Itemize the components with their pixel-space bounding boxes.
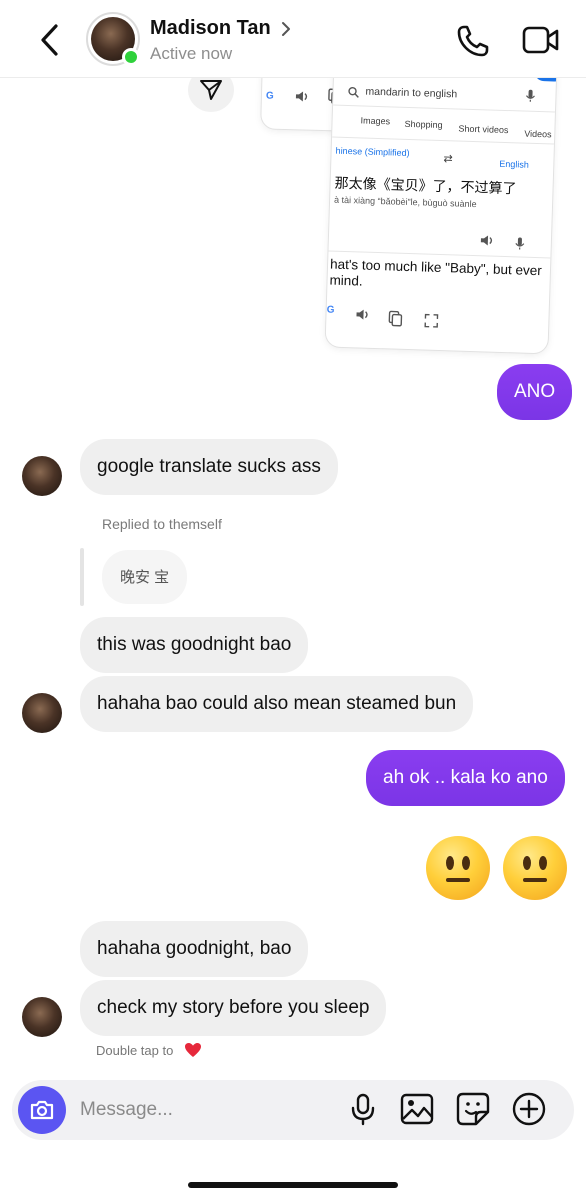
gallery-icon[interactable]	[400, 1092, 434, 1126]
speaker-icon	[480, 235, 493, 246]
message-bubble-incoming[interactable]: hahaha bao could also mean steamed bun	[80, 676, 474, 732]
neutral-face-emoji[interactable]	[503, 836, 567, 900]
tab-short-videos: Short videos	[458, 123, 509, 136]
mic-icon	[515, 237, 525, 250]
home-indicator	[188, 1182, 398, 1188]
contact-avatar-small[interactable]	[22, 456, 62, 496]
swap-icon: ⇄	[443, 153, 453, 166]
camera-icon	[30, 1100, 54, 1120]
neutral-face-emoji[interactable]	[426, 836, 490, 900]
tab-shopping: Shopping	[404, 118, 443, 131]
chevron-right-icon[interactable]	[280, 20, 292, 38]
sticker-icon[interactable]	[456, 1092, 490, 1126]
contact-avatar-small[interactable]	[22, 997, 62, 1037]
plus-icon[interactable]	[512, 1092, 546, 1126]
message-bubble-outgoing[interactable]: ANO	[497, 364, 573, 420]
speaker-icon	[356, 309, 368, 320]
chat-header: Madison Tan Active now	[0, 0, 586, 78]
reply-quote-bar	[80, 548, 84, 606]
target-language: English	[499, 158, 529, 170]
source-text: 那太像《宝贝》了，不过算了	[334, 174, 517, 197]
message-bubble-incoming[interactable]: this was goodnight bao	[80, 617, 309, 673]
microphone-icon[interactable]	[346, 1092, 380, 1126]
double-tap-hint: Double tap to	[96, 1043, 174, 1058]
translation-text: hat's too much like "Baby", but ever min…	[329, 256, 543, 289]
message-bubble-incoming[interactable]: check my story before you sleep	[80, 980, 387, 1036]
contact-status: Active now	[150, 44, 233, 63]
copy-icon	[388, 310, 403, 327]
video-camera-icon[interactable]	[522, 24, 560, 56]
source-language: hinese (Simplified)	[335, 145, 410, 158]
online-status-dot	[122, 48, 140, 66]
tab-videos: Videos	[524, 128, 552, 140]
tab-images: Images	[360, 115, 391, 127]
search-query: mandarin to english	[365, 85, 458, 101]
message-input[interactable]	[80, 1097, 330, 1123]
message-bubble-outgoing[interactable]: ah ok .. kala ko ano	[366, 750, 565, 806]
camera-button[interactable]	[18, 1086, 66, 1134]
back-arrow-icon[interactable]	[36, 22, 66, 58]
mic-icon	[525, 89, 535, 102]
quoted-message[interactable]: 晚安 宝	[102, 550, 188, 604]
contact-name[interactable]: Madison Tan	[150, 17, 271, 40]
speaker-icon	[295, 91, 308, 102]
pinyin-text: à tài xiàng “bǎobèi”le, bùguò suànle	[333, 194, 477, 210]
contact-avatar-small[interactable]	[22, 693, 62, 733]
reply-label: Replied to themself	[102, 516, 222, 532]
heart-icon	[185, 1043, 201, 1057]
shared-image-screenshot[interactable]: mandarin to english Images Shopping Shor…	[325, 56, 557, 354]
phone-icon[interactable]	[456, 24, 490, 58]
message-bubble-incoming[interactable]: google translate sucks ass	[80, 439, 338, 495]
message-bubble-incoming[interactable]: hahaha goodnight, bao	[80, 921, 309, 977]
search-icon	[348, 86, 359, 98]
send-icon	[200, 80, 222, 100]
fullscreen-icon	[424, 313, 439, 328]
